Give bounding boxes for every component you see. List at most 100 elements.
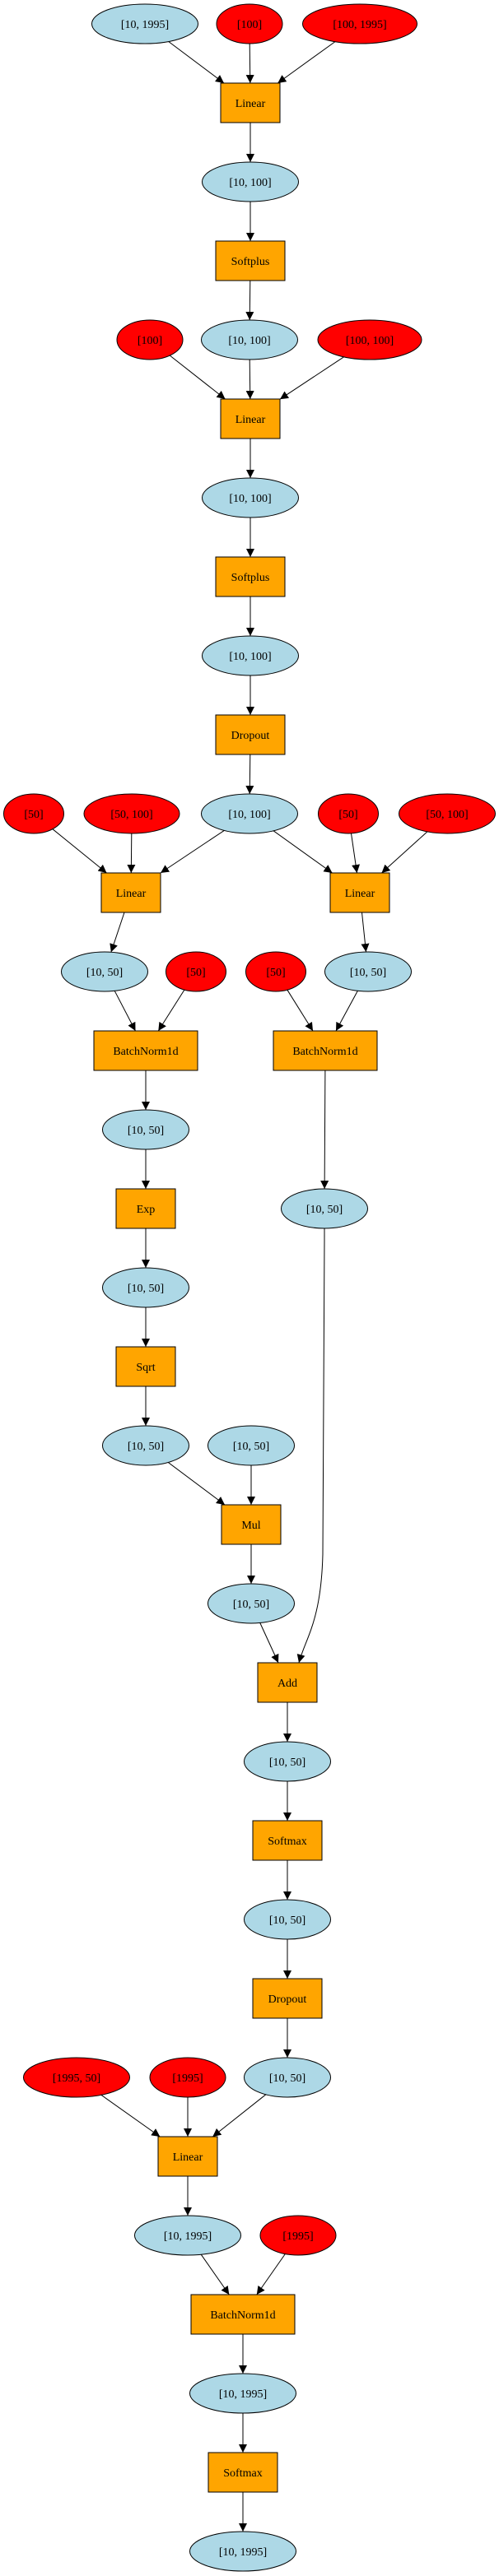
edge-n12-to-op6 [160, 829, 225, 874]
node-label: [10, 50] [350, 967, 386, 979]
node-label: Linear [173, 2151, 203, 2164]
parameter-node: [1995, 50] [23, 2057, 130, 2098]
tensor-node: [10, 50] [61, 951, 148, 992]
node-label: [50] [338, 809, 357, 821]
operation-node: Linear [329, 872, 390, 913]
parameter-node: [100, 100] [317, 319, 422, 360]
parameter-node: [50] [3, 793, 64, 834]
operation-node: Softplus [215, 240, 286, 281]
node-label: Mul [241, 1520, 260, 1532]
node-label: [10, 1995] [121, 19, 169, 31]
node-label: [50] [266, 967, 285, 979]
edge-n1-to-op1 [168, 41, 225, 84]
tensor-node: [10, 1995] [91, 3, 198, 44]
edge-n5-to-op3 [169, 355, 226, 400]
operation-node: Linear [220, 82, 281, 123]
parameter-node: [1995] [259, 2215, 337, 2256]
node-label: Add [277, 1678, 297, 1690]
nodes-layer: [10, 1995] [100] [100, 1995] Linear [10, 100… [3, 3, 496, 2572]
edge-op7-to-n18 [361, 912, 370, 953]
node-label: [10, 100] [229, 177, 271, 189]
node-label: [10, 50] [86, 967, 123, 979]
parameter-node: [100] [116, 319, 184, 360]
parameter-node: [50] [245, 951, 306, 992]
node-label: Sqrt [136, 1362, 155, 1374]
node-label: [10, 50] [306, 1204, 343, 1216]
node-label: Dropout [231, 730, 270, 742]
node-label: [10, 100] [228, 809, 270, 821]
operation-node: Exp [115, 1188, 176, 1229]
node-label: [10, 50] [269, 1757, 305, 1769]
node-label: Linear [116, 888, 147, 900]
node-label: [50] [24, 809, 43, 821]
tensor-node: [10, 50] [208, 1583, 295, 1624]
parameter-node: [100, 1995] [302, 3, 417, 44]
operation-node: Add [257, 1662, 318, 1703]
parameter-node: [50, 100] [83, 793, 180, 834]
parameter-node: [50] [318, 793, 379, 834]
parameter-node: [50] [166, 951, 226, 992]
edge-n17-to-op9 [287, 989, 314, 1032]
tensor-node: [10, 1995] [189, 2531, 296, 2572]
edge-op6-to-n15 [110, 912, 125, 953]
tensor-node: [10, 100] [202, 477, 299, 518]
node-label: [50, 100] [110, 809, 152, 821]
operation-node: Mul [221, 1504, 282, 1545]
operation-node: Dropout [215, 714, 286, 755]
operation-node: BatchNorm1d [190, 2294, 296, 2335]
edge-n14-to-op7 [381, 831, 428, 874]
node-label: Linear [236, 98, 266, 110]
node-label: Dropout [268, 1993, 307, 2006]
edge-n27-to-op16 [100, 2094, 161, 2137]
tensor-node: [10, 50] [281, 1188, 368, 1229]
node-label: [10, 1995] [219, 2546, 267, 2559]
edge-n29-to-op16 [212, 2094, 267, 2137]
node-label: [10, 50] [128, 1125, 164, 1137]
node-label: [10, 100] [229, 651, 271, 663]
operation-node: Softplus [215, 556, 286, 597]
node-label: [10, 1995] [219, 2388, 267, 2401]
node-label: [100, 1995] [333, 19, 386, 31]
tensor-node: [10, 50] [102, 1267, 189, 1308]
operation-node: Sqrt [115, 1346, 176, 1387]
tensor-node: [10, 1995] [189, 2373, 296, 2414]
node-label: Softmax [223, 2467, 262, 2480]
node-label: [10, 50] [233, 1441, 269, 1453]
edge-n18-to-op9 [335, 991, 358, 1032]
node-label: [10, 50] [128, 1441, 164, 1453]
operation-node: BatchNorm1d [273, 1030, 378, 1071]
edge-n3-to-op1 [277, 41, 336, 84]
edge-n24-to-op13 [259, 1622, 279, 1664]
node-label: [50] [186, 967, 205, 979]
edge-n12-to-op7 [273, 830, 333, 874]
node-label: BatchNorm1d [292, 1046, 357, 1058]
node-label: [1995] [172, 2072, 203, 2085]
node-label: Softplus [231, 256, 270, 268]
edge-n10-to-op6 [52, 828, 107, 874]
node-label: [10, 100] [229, 493, 271, 505]
operation-node: Softmax [252, 1820, 323, 1861]
tensor-node: [10, 100] [202, 161, 299, 202]
operation-node: Linear [220, 398, 281, 439]
node-label: Exp [137, 1204, 156, 1216]
operation-node: BatchNorm1d [93, 1030, 198, 1071]
tensor-node: [10, 50] [324, 951, 412, 992]
operation-node: Linear [157, 2136, 218, 2177]
edge-n31-to-op17 [256, 2253, 286, 2295]
tensor-node: [10, 1995] [134, 2215, 241, 2256]
node-label: [1995] [282, 2230, 313, 2243]
parameter-node: [1995] [149, 2057, 226, 2098]
edge-n16-to-op8 [157, 989, 185, 1032]
edge-n30-to-op17 [200, 2253, 230, 2295]
node-label: [10, 50] [233, 1599, 269, 1611]
tensor-node: [10, 50] [244, 2057, 331, 2098]
node-label: [1995, 50] [53, 2072, 100, 2085]
edge-n21-to-op13 [296, 1228, 325, 1664]
parameter-node: [50, 100] [399, 793, 496, 834]
node-label: [10, 50] [269, 1915, 305, 1927]
tensor-node: [10, 50] [102, 1109, 189, 1150]
node-label: BatchNorm1d [113, 1046, 178, 1058]
node-label: Softmax [268, 1836, 306, 1848]
node-label: [100, 100] [346, 335, 394, 347]
edge-n15-to-op8 [114, 991, 136, 1032]
